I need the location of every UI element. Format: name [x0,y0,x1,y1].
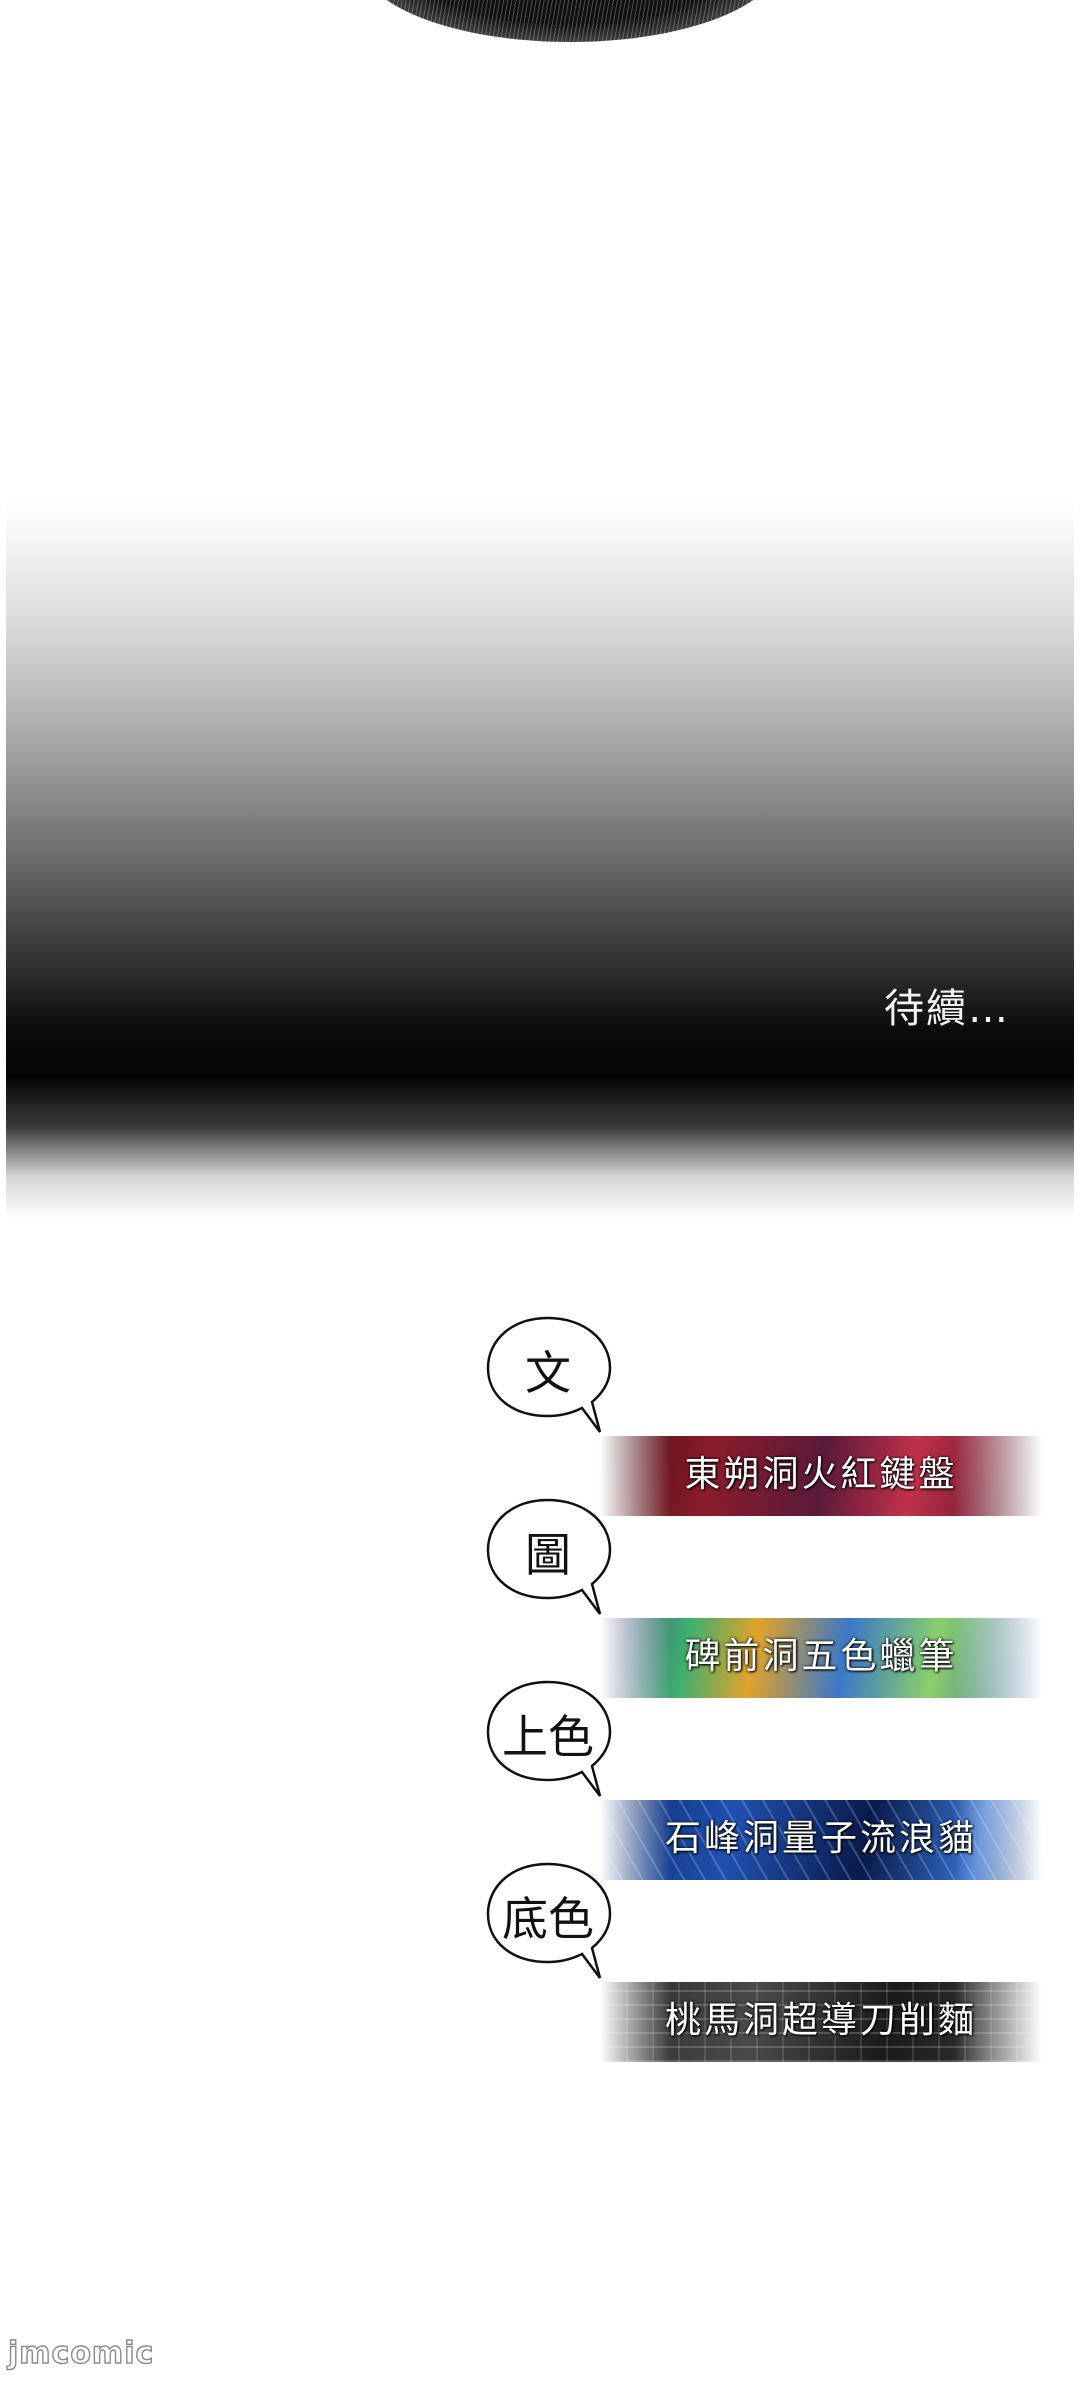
credit-row-writer: 文 東朔洞火紅鍵盤 [482,1312,1042,1516]
credit-role-label: 文 [525,1346,571,1400]
credit-row-artist: 圖 碑前洞五色蠟筆 [482,1494,1042,1698]
credit-role-label: 圖 [525,1528,571,1582]
credit-role-label: 上色 [502,1710,594,1764]
credit-studio-name: 碑前洞五色蠟筆 [684,1636,958,1677]
to-be-continued-text: 待續… [884,986,1010,1032]
credit-studio-name: 桃馬洞超導刀削麵 [664,2000,977,2041]
watermark-logo: jmcomic [7,2335,155,2371]
speech-bubble: 文 [482,1312,622,1440]
speech-bubble: 圖 [482,1494,622,1622]
credit-banner: 桃馬洞超導刀削麵 [600,1982,1042,2062]
credit-role-label: 底色 [502,1892,594,1946]
speech-bubble: 底色 [482,1858,622,1986]
gradient-band [0,500,1080,1220]
comic-page: 待續… 文 東朔洞火紅鍵盤 圖 碑前洞五色蠟筆 上色 石峰洞量子流浪貓 底色 桃… [0,0,1080,2382]
credit-row-colorist: 上色 石峰洞量子流浪貓 [482,1676,1042,1880]
top-panel-art [360,0,780,42]
credit-studio-name: 東朔洞火紅鍵盤 [684,1454,958,1495]
speech-bubble: 上色 [482,1676,622,1804]
credit-studio-name: 石峰洞量子流浪貓 [664,1818,977,1859]
credit-row-base-color: 底色 桃馬洞超導刀削麵 [482,1858,1042,2062]
